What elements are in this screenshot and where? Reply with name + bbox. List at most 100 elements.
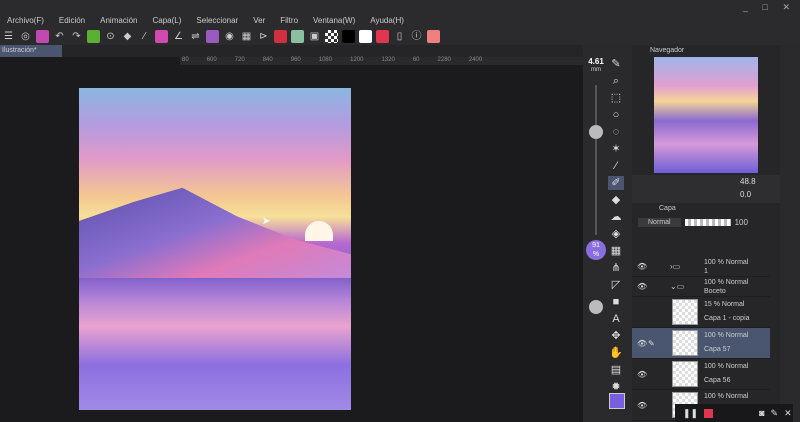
brush-size-slider[interactable] <box>595 85 597 235</box>
gradient-tool-icon[interactable]: ■ <box>608 295 624 309</box>
eyedropper-icon[interactable]: ⁄ <box>138 30 151 43</box>
tab-capa[interactable]: Capa <box>632 203 780 215</box>
canvas-area[interactable]: 80 600 720 840 960 1080 1200 1320 60 2280 2400 ➤ <box>0 57 583 422</box>
menu-edicion[interactable]: Edición <box>59 14 85 28</box>
opacity-handle[interactable] <box>589 300 603 314</box>
brush-size-field[interactable]: 48.8 <box>740 177 756 186</box>
main-color-swatch[interactable] <box>609 393 625 409</box>
fill-icon[interactable] <box>274 30 287 43</box>
white-color-icon[interactable] <box>359 30 372 43</box>
eye-icon[interactable]: 👁 <box>637 339 647 348</box>
menu-capa[interactable]: Capa(L) <box>153 14 182 28</box>
hand-tool-icon[interactable]: ✋ <box>608 346 624 360</box>
navigator-preview[interactable] <box>654 57 758 173</box>
brush-size-handle[interactable] <box>589 125 603 139</box>
eye-icon[interactable]: 👁 <box>637 370 647 379</box>
layer-row[interactable]: 👁 100 % Normal Capa 56 <box>632 359 770 390</box>
eraser-tool-icon[interactable]: ◆ <box>608 193 624 207</box>
brush-size-unit: mm <box>591 67 601 73</box>
menu-ayuda[interactable]: Ayuda(H) <box>370 14 404 28</box>
fill-tool-icon[interactable]: ◈ <box>608 227 624 241</box>
layer-row-selected[interactable]: 👁 ✎ 100 % Normal Capa 57 <box>632 328 770 359</box>
eyedropper-tool-icon[interactable]: ⁄ <box>608 159 624 173</box>
undo-icon[interactable]: ↶ <box>53 30 66 43</box>
new-file-icon[interactable] <box>36 30 49 43</box>
tool-dock: 4.61 mm 91% ✎ ⌕ ⬚ ○ ◌ ✶ ⁄ ✐ ◆ ☁ ◈ ▦ ⋔ ◸ … <box>583 45 632 422</box>
ruler-tool-icon[interactable]: ◸ <box>608 278 624 292</box>
brush-tool-icon[interactable]: ✐ <box>608 176 624 190</box>
tab-navegador[interactable]: Navegador <box>632 45 780 57</box>
eraser-icon[interactable]: ◆ <box>121 30 134 43</box>
correction-tool-icon[interactable]: ✹ <box>608 380 624 394</box>
red-color-icon[interactable] <box>376 30 389 43</box>
tab-row: Ilustración* <box>0 45 583 57</box>
layer-name: Capa 1 - copia <box>704 315 750 322</box>
window-controls[interactable]: _ □ ✕ <box>743 2 796 13</box>
camera-icon[interactable]: ◙ <box>759 408 764 418</box>
layer-thumbnail <box>672 330 698 356</box>
opacity-indicator[interactable]: 91% <box>586 240 606 260</box>
blend-mode-select[interactable]: Normal <box>638 217 681 227</box>
stop-record-icon[interactable] <box>704 408 714 418</box>
black-color-icon[interactable] <box>342 30 355 43</box>
menu-seleccionar[interactable]: Seleccionar <box>196 14 238 28</box>
settings-icon[interactable]: ⇌ <box>189 30 202 43</box>
magic-wand-icon[interactable]: ✶ <box>608 142 624 156</box>
menu-archivo[interactable]: Archivo(F) <box>7 14 44 28</box>
menu-filtro[interactable]: Filtro <box>280 14 298 28</box>
lasso-tool-icon[interactable]: ○ <box>608 108 624 122</box>
layer-row[interactable]: 👁 ⌄▭ 100 % Normal Boceto <box>632 277 770 297</box>
layer-opacity-slider[interactable] <box>684 218 731 226</box>
grid-icon[interactable]: ▦ <box>240 30 253 43</box>
eye-icon[interactable]: 👁 <box>637 401 647 410</box>
clip-studio-icon[interactable]: ◎ <box>19 30 32 43</box>
pause-icon[interactable]: ❚❚ <box>683 408 698 419</box>
circle-icon[interactable]: ◉ <box>223 30 236 43</box>
zoom-tool-icon[interactable]: ⌕ <box>608 74 624 88</box>
menu-ver[interactable]: Ver <box>253 14 265 28</box>
eye-icon[interactable]: 👁 <box>637 282 647 291</box>
auto-action-icon[interactable] <box>87 30 100 43</box>
text-tool-icon[interactable]: A <box>608 312 624 326</box>
decoration-tool-icon[interactable]: ⋔ <box>608 261 624 275</box>
layer-blend-row: Normal 100 <box>632 215 780 229</box>
menu-icon[interactable]: ☰ <box>2 30 15 43</box>
opacity-value: 91 <box>592 242 600 249</box>
eye-icon[interactable]: 👁 <box>637 262 647 271</box>
tab-ilustracion[interactable]: Ilustración* <box>0 45 62 57</box>
menu-animacion[interactable]: Animación <box>100 14 137 28</box>
zoom-icon[interactable]: ⊙ <box>104 30 117 43</box>
pen-tool-icon[interactable]: ✎ <box>608 57 624 71</box>
flip-icon[interactable]: ⊳ <box>257 30 270 43</box>
save-icon[interactable]: ▣ <box>308 30 321 43</box>
painting-canvas[interactable]: ➤ <box>79 88 351 410</box>
layer-icon[interactable] <box>206 30 219 43</box>
operation-tool-icon[interactable]: ⬚ <box>608 91 624 105</box>
move-tool-icon[interactable]: ✥ <box>608 329 624 343</box>
blend-tool-icon[interactable]: ☁ <box>608 210 624 224</box>
layer-opacity-value[interactable]: 100 <box>735 218 748 227</box>
layer-row[interactable]: 👁 ›▭ 100 % Normal 1 <box>632 257 770 277</box>
texture-icon[interactable] <box>291 30 304 43</box>
brush-angle-field[interactable]: 0.0 <box>740 190 751 199</box>
figure-tool-icon[interactable]: ▦ <box>608 244 624 258</box>
transparent-color-icon[interactable] <box>325 30 338 43</box>
layer-mode: 100 % Normal <box>704 332 749 339</box>
redo-icon[interactable]: ↷ <box>70 30 83 43</box>
menu-ventana[interactable]: Ventana(W) <box>313 14 355 28</box>
layer-row[interactable]: 15 % Normal Capa 1 - copia <box>632 297 770 328</box>
selection-lasso-icon[interactable]: ◌ <box>608 125 624 139</box>
ruler-tick: 2280 <box>437 57 451 63</box>
pink-color-icon[interactable] <box>427 30 440 43</box>
tool-palette: ✎ ⌕ ⬚ ○ ◌ ✶ ⁄ ✐ ◆ ☁ ◈ ▦ ⋔ ◸ ■ A ✥ ✋ ▤ ✹ … <box>608 57 630 411</box>
folder-open-icon: ⌄▭ <box>670 282 685 291</box>
layer-name: 1 <box>704 268 708 275</box>
phone-icon[interactable]: ▯ <box>393 30 406 43</box>
edit-icon[interactable]: ✎ <box>771 408 779 419</box>
frame-tool-icon[interactable]: ▤ <box>608 363 624 377</box>
ruler-icon[interactable]: ∠ <box>172 30 185 43</box>
info-icon[interactable]: ⓘ <box>410 30 423 43</box>
folder-icon: ›▭ <box>670 262 681 271</box>
selection-icon[interactable] <box>155 30 168 43</box>
close-icon[interactable]: ✕ <box>784 408 792 419</box>
